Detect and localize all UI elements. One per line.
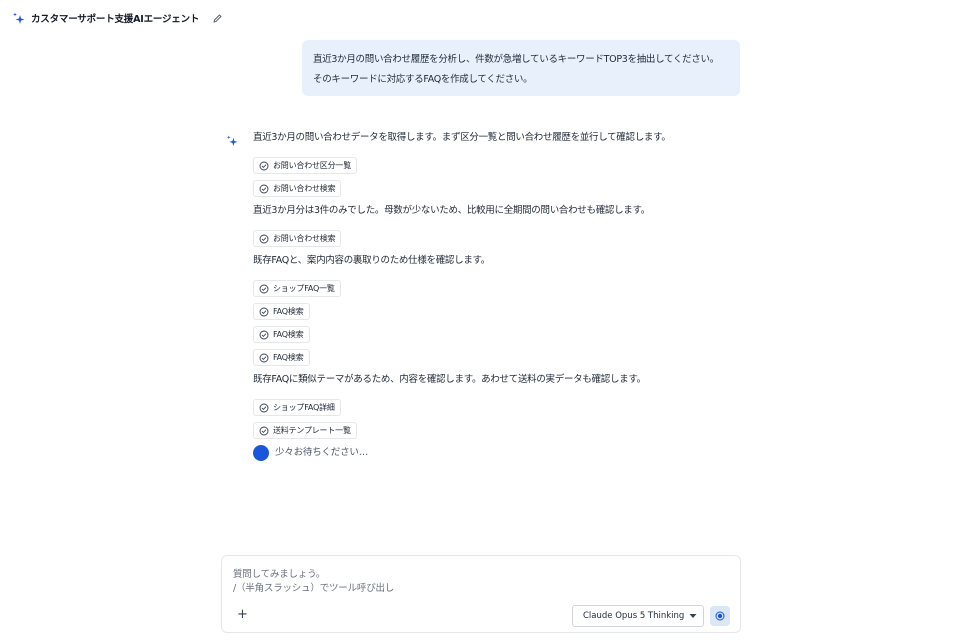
user-message-line: 直近3か月の問い合わせ履歴を分析し、件数が急増しているキーワードTOP3を抽出し… [313,54,719,65]
tool-call-chip[interactable]: お問い合わせ検索 [253,180,342,197]
pencil-icon[interactable] [211,12,223,24]
tool-call-chip[interactable]: FAQ検索 [253,349,310,366]
check-circle-icon [259,184,269,193]
placeholder-line: 質問してみましょう。 [233,569,326,580]
tool-call-chip[interactable]: お問い合わせ区分一覧 [253,157,357,174]
assistant-text: 既存FAQと、案内内容の裏取りのため仕様を確認します。 [253,255,490,266]
check-circle-icon [259,403,269,412]
user-message: 直近3か月の問い合わせ履歴を分析し、件数が急増しているキーワードTOP3を抽出し… [302,40,740,96]
check-circle-icon [259,426,269,435]
page-title: カスタマーサポート支援AIエージェント [31,14,200,25]
assistant-text: 直近3か月の問い合わせデータを取得します。まず区分一覧と問い合わせ履歴を並行して… [253,132,671,143]
loading-indicator [253,445,269,461]
caret-down-icon [689,614,697,618]
check-circle-icon [259,353,269,362]
message-input[interactable]: 質問してみましょう。 /（半角スラッシュ）でツール呼び出し [233,568,394,596]
check-circle-icon [259,284,269,293]
tool-call-label: ショップFAQ詳細 [273,403,335,412]
tool-call-chip[interactable]: ショップFAQ詳細 [253,399,341,416]
tool-call-label: ショップFAQ一覧 [273,284,335,293]
model-select[interactable]: Claude Opus 5 Thinking [572,605,704,627]
check-circle-icon [259,161,269,170]
assistant-text: 既存FAQに類似テーマがあるため、内容を確認します。あわせて送料の実データも確認… [253,374,646,385]
sparkle-icon [13,12,25,24]
tool-call-chip[interactable]: お問い合わせ検索 [253,230,342,247]
check-circle-icon [259,307,269,316]
tool-call-label: FAQ検索 [273,307,304,316]
tool-call-label: お問い合わせ検索 [273,234,336,243]
tool-call-chip[interactable]: FAQ検索 [253,303,310,320]
tool-call-chip[interactable]: ショップFAQ一覧 [253,280,341,297]
tool-call-label: お問い合わせ検索 [273,184,336,193]
tool-call-label: 送料テンプレート一覧 [273,426,351,435]
tool-call-label: FAQ検索 [273,353,304,362]
check-circle-icon [259,234,269,243]
placeholder-line: /（半角スラッシュ）でツール呼び出し [233,583,395,594]
record-icon [715,611,725,621]
tool-call-label: FAQ検索 [273,330,304,339]
model-select-value: Claude Opus 5 Thinking [583,611,685,621]
assistant-sparkle-icon [226,135,238,147]
add-attachment-button[interactable]: + [237,608,248,622]
tool-call-label: お問い合わせ区分一覧 [273,161,351,170]
check-circle-icon [259,330,269,339]
tool-call-chip[interactable]: FAQ検索 [253,326,310,343]
header: カスタマーサポート支援AIエージェント [12,10,223,26]
user-message-line: そのキーワードに対応するFAQを作成してください。 [313,74,533,85]
tool-call-chip[interactable]: 送料テンプレート一覧 [253,422,357,439]
loading-text: 少々お待ちください… [275,447,369,458]
send-button[interactable] [710,606,730,626]
chat-composer[interactable]: 質問してみましょう。 /（半角スラッシュ）でツール呼び出し + Claude O… [221,555,741,633]
assistant-text: 直近3か月分は3件のみでした。母数が少ないため、比較用に全期間の問い合わせも確認… [253,205,650,216]
